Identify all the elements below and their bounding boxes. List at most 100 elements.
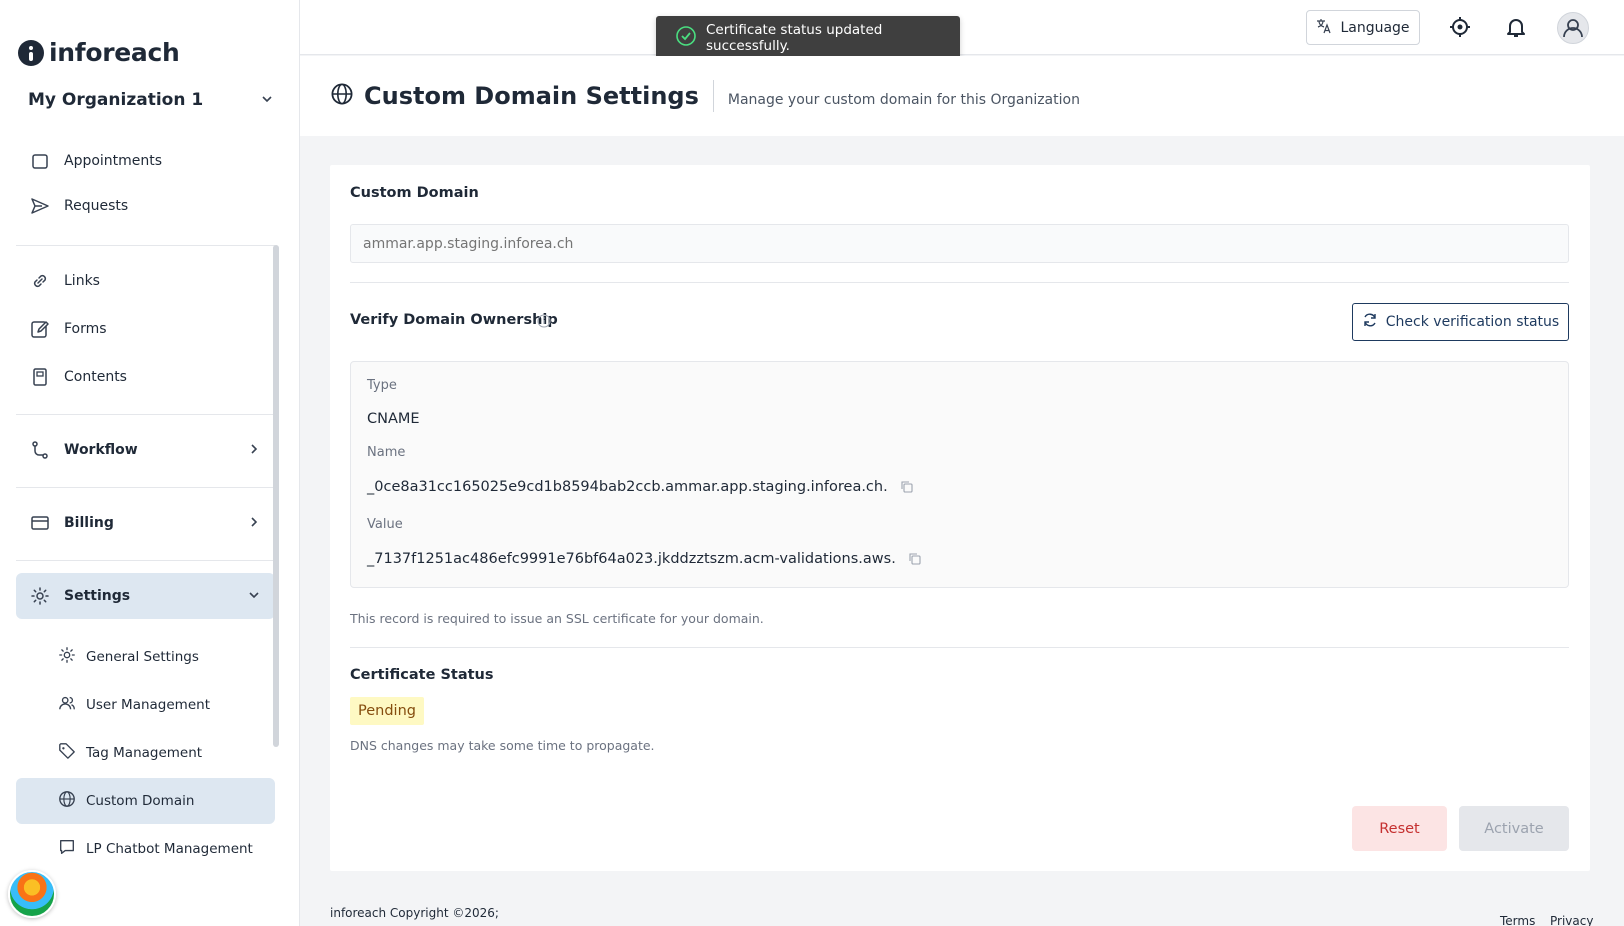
sidebar-subitem-general-settings[interactable]: General Settings <box>16 634 275 680</box>
sidebar-subitem-label: Custom Domain <box>86 793 195 809</box>
copy-icon[interactable] <box>908 552 922 566</box>
sidebar-item-label: Requests <box>64 198 129 214</box>
name-label: Name <box>367 445 406 460</box>
edit-form-icon <box>30 319 50 339</box>
copyright-text: inforeach Copyright ©2026; <box>330 906 499 920</box>
sidebar: inforeach My Organization 1 Appointments… <box>0 0 300 926</box>
locate-icon[interactable] <box>1448 15 1472 39</box>
scroll-mask <box>16 120 275 146</box>
page-subtitle: Manage your custom domain for this Organ… <box>727 92 1080 108</box>
sidebar-item-contents[interactable]: Contents <box>16 354 275 400</box>
check-circle-icon <box>676 26 696 50</box>
credit-card-icon <box>30 513 50 533</box>
sidebar-subitem-label: Tag Management <box>86 745 203 761</box>
nav-divider <box>16 487 275 488</box>
value-label: Value <box>367 517 403 532</box>
nav-divider <box>16 245 275 246</box>
language-button[interactable]: Language <box>1306 10 1420 45</box>
type-value: CNAME <box>367 411 420 427</box>
chevron-right-icon <box>247 442 261 460</box>
globe-icon <box>330 82 354 110</box>
info-icon[interactable] <box>537 313 551 332</box>
copy-icon[interactable] <box>900 480 914 494</box>
link-icon <box>30 271 50 291</box>
value-value: _7137f1251ac486efc9991e76bf64a023.jkddzz… <box>367 551 922 567</box>
sidebar-item-label: Workflow <box>64 442 138 458</box>
type-label: Type <box>367 378 397 393</box>
custom-domain-input[interactable] <box>350 224 1569 263</box>
value-value-text: _7137f1251ac486efc9991e76bf64a023.jkddzz… <box>367 551 896 567</box>
check-verification-button[interactable]: Check verification status <box>1352 303 1569 341</box>
sidebar-item-label: Links <box>64 273 100 289</box>
topbar: Language <box>300 0 1624 55</box>
org-selector[interactable]: My Organization 1 <box>28 90 274 110</box>
gear-icon <box>58 646 76 668</box>
translate-icon <box>1316 18 1332 38</box>
calendar-icon <box>30 151 50 171</box>
users-icon <box>58 694 76 716</box>
refresh-icon <box>1362 312 1378 332</box>
page-title: Custom Domain Settings <box>364 82 699 110</box>
sidebar-item-label: Appointments <box>64 153 163 169</box>
chevron-right-icon <box>247 515 261 533</box>
org-name: My Organization 1 <box>28 90 204 110</box>
section-divider <box>350 282 1569 283</box>
sidebar-item-links[interactable]: Links <box>16 258 275 304</box>
sidebar-subitem-label: User Management <box>86 697 210 713</box>
language-label: Language <box>1340 19 1410 36</box>
chevron-down-icon <box>247 588 261 606</box>
activate-button[interactable]: Activate <box>1459 806 1569 851</box>
title-divider <box>712 80 714 112</box>
bell-icon[interactable] <box>1504 15 1528 39</box>
sidebar-item-label: Contents <box>64 369 127 385</box>
record-help-text: This record is required to issue an SSL … <box>350 611 764 626</box>
tag-icon <box>58 742 76 764</box>
reset-button[interactable]: Reset <box>1352 806 1447 851</box>
sidebar-item-label: Forms <box>64 321 107 337</box>
workflow-icon <box>30 440 50 460</box>
nav-divider <box>16 414 275 415</box>
certificate-help-text: DNS changes may take some time to propag… <box>350 738 655 753</box>
dns-record-box: Type CNAME Name _0ce8a31cc165025e9cd1b85… <box>350 361 1569 588</box>
brand-name: inforeach <box>49 38 180 67</box>
sidebar-item-settings[interactable]: Settings <box>16 573 275 619</box>
sidebar-subitem-tag-management[interactable]: Tag Management <box>16 730 275 776</box>
sidebar-item-label: Billing <box>64 515 114 531</box>
sidebar-item-label: Settings <box>64 588 131 604</box>
name-value: _0ce8a31cc165025e9cd1b8594bab2ccb.ammar.… <box>367 479 914 495</box>
sidebar-subitem-custom-domain[interactable]: Custom Domain <box>16 778 275 824</box>
document-icon <box>30 367 50 387</box>
certificate-status-label: Certificate Status <box>350 667 494 683</box>
privacy-link[interactable]: Privacy <box>1550 914 1593 926</box>
verify-ownership-label: Verify Domain Ownership <box>350 312 558 328</box>
nav-divider <box>16 560 275 561</box>
gear-icon <box>30 586 50 606</box>
brand-logo[interactable]: inforeach <box>18 38 180 67</box>
chevron-down-icon <box>260 91 274 110</box>
check-verification-label: Check verification status <box>1385 314 1560 330</box>
sidebar-item-workflow[interactable]: Workflow <box>16 427 275 473</box>
send-icon <box>30 196 50 216</box>
sidebar-subitem-label: LP Chatbot Management <box>86 841 253 857</box>
terms-link[interactable]: Terms <box>1500 914 1535 926</box>
section-divider <box>350 647 1569 648</box>
status-badge: Pending <box>350 697 424 725</box>
page-header: Custom Domain Settings Manage your custo… <box>300 56 1624 136</box>
sidebar-subitem-user-management[interactable]: User Management <box>16 682 275 728</box>
info-logo-icon <box>18 39 44 66</box>
success-toast: Certificate status updated successfully. <box>656 16 960 60</box>
custom-domain-label: Custom Domain <box>350 185 479 201</box>
sidebar-item-billing[interactable]: Billing <box>16 500 275 546</box>
toast-message: Certificate status updated successfully. <box>706 22 883 54</box>
sidebar-scrollbar[interactable] <box>273 245 279 747</box>
custom-domain-card: Custom Domain Verify Domain Ownership Ch… <box>330 165 1590 871</box>
sidebar-subitem-label: General Settings <box>86 649 199 665</box>
widget-avatar-icon[interactable] <box>8 870 56 918</box>
sidebar-item-forms[interactable]: Forms <box>16 306 275 352</box>
type-value-text: CNAME <box>367 411 420 427</box>
sidebar-subitem-lp-chatbot-management[interactable]: LP Chatbot Management <box>16 826 275 872</box>
chat-icon <box>58 838 76 860</box>
user-avatar[interactable] <box>1557 12 1589 44</box>
globe-icon <box>58 790 76 812</box>
sidebar-item-requests[interactable]: Requests <box>16 183 275 229</box>
